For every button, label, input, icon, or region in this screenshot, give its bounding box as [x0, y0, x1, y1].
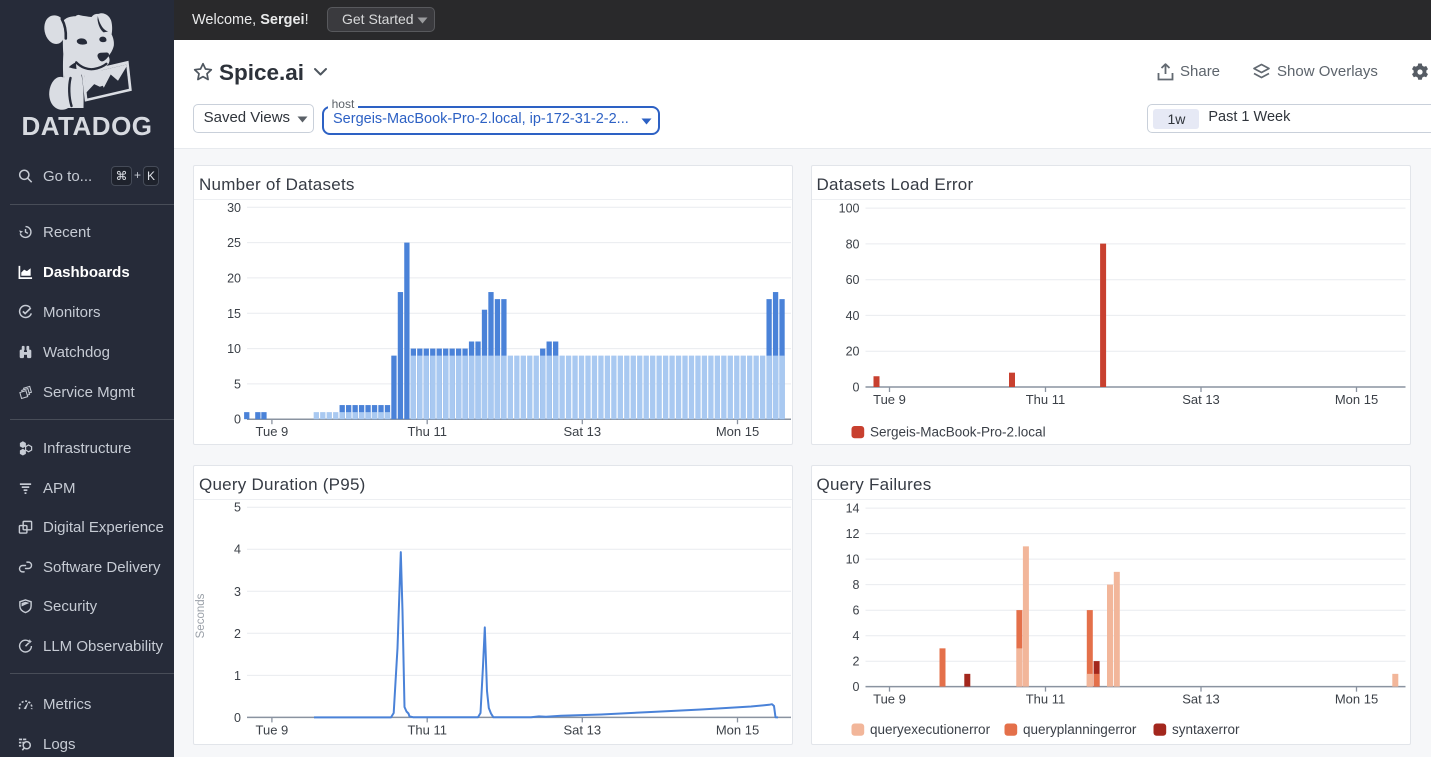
- svg-text:Tue 9: Tue 9: [873, 392, 906, 407]
- svg-text:20: 20: [227, 271, 241, 285]
- svg-text:1: 1: [234, 669, 241, 683]
- svg-text:Mon 15: Mon 15: [1334, 392, 1377, 407]
- svg-text:0: 0: [234, 413, 241, 427]
- svg-text:4: 4: [234, 543, 241, 557]
- svg-text:15: 15: [227, 307, 241, 321]
- svg-text:20: 20: [845, 345, 859, 359]
- svg-text:Tue 9: Tue 9: [256, 722, 289, 737]
- svg-text:Tue 9: Tue 9: [873, 692, 906, 707]
- svg-text:Tue 9: Tue 9: [256, 424, 289, 439]
- svg-text:6: 6: [852, 604, 859, 618]
- svg-text:Sergeis-MacBook-Pro-2.local: Sergeis-MacBook-Pro-2.local: [870, 425, 1046, 440]
- svg-text:5: 5: [234, 377, 241, 391]
- svg-text:10: 10: [227, 342, 241, 356]
- svg-text:Sat 13: Sat 13: [564, 424, 602, 439]
- svg-text:40: 40: [845, 309, 859, 323]
- svg-text:0: 0: [852, 680, 859, 694]
- svg-text:Sat 13: Sat 13: [1182, 392, 1220, 407]
- svg-text:Thu 11: Thu 11: [407, 424, 447, 439]
- svg-text:Sat 13: Sat 13: [1182, 692, 1220, 707]
- svg-text:2: 2: [852, 655, 859, 669]
- svg-text:Mon 15: Mon 15: [716, 424, 759, 439]
- svg-text:25: 25: [227, 236, 241, 250]
- svg-text:8: 8: [852, 578, 859, 592]
- svg-text:0: 0: [234, 711, 241, 725]
- svg-text:Thu 11: Thu 11: [1025, 692, 1065, 707]
- svg-text:2: 2: [234, 627, 241, 641]
- svg-text:Mon 15: Mon 15: [1334, 692, 1377, 707]
- svg-text:Mon 15: Mon 15: [716, 722, 759, 737]
- svg-text:Seconds: Seconds: [195, 593, 207, 638]
- svg-text:12: 12: [845, 527, 859, 541]
- svg-text:queryexecutionerror: queryexecutionerror: [870, 722, 991, 737]
- svg-text:5: 5: [234, 501, 241, 515]
- svg-text:14: 14: [845, 502, 859, 516]
- svg-text:queryplanningerror: queryplanningerror: [1023, 722, 1137, 737]
- svg-text:syntaxerror: syntaxerror: [1172, 722, 1240, 737]
- svg-text:4: 4: [852, 629, 859, 643]
- svg-text:80: 80: [845, 237, 859, 251]
- svg-text:Sat 13: Sat 13: [564, 722, 602, 737]
- svg-text:100: 100: [838, 202, 859, 216]
- svg-text:30: 30: [227, 201, 241, 215]
- svg-text:0: 0: [852, 381, 859, 395]
- svg-text:Thu 11: Thu 11: [407, 722, 447, 737]
- svg-text:Thu 11: Thu 11: [1025, 392, 1065, 407]
- svg-text:10: 10: [845, 553, 859, 567]
- svg-text:3: 3: [234, 585, 241, 599]
- svg-text:60: 60: [845, 273, 859, 287]
